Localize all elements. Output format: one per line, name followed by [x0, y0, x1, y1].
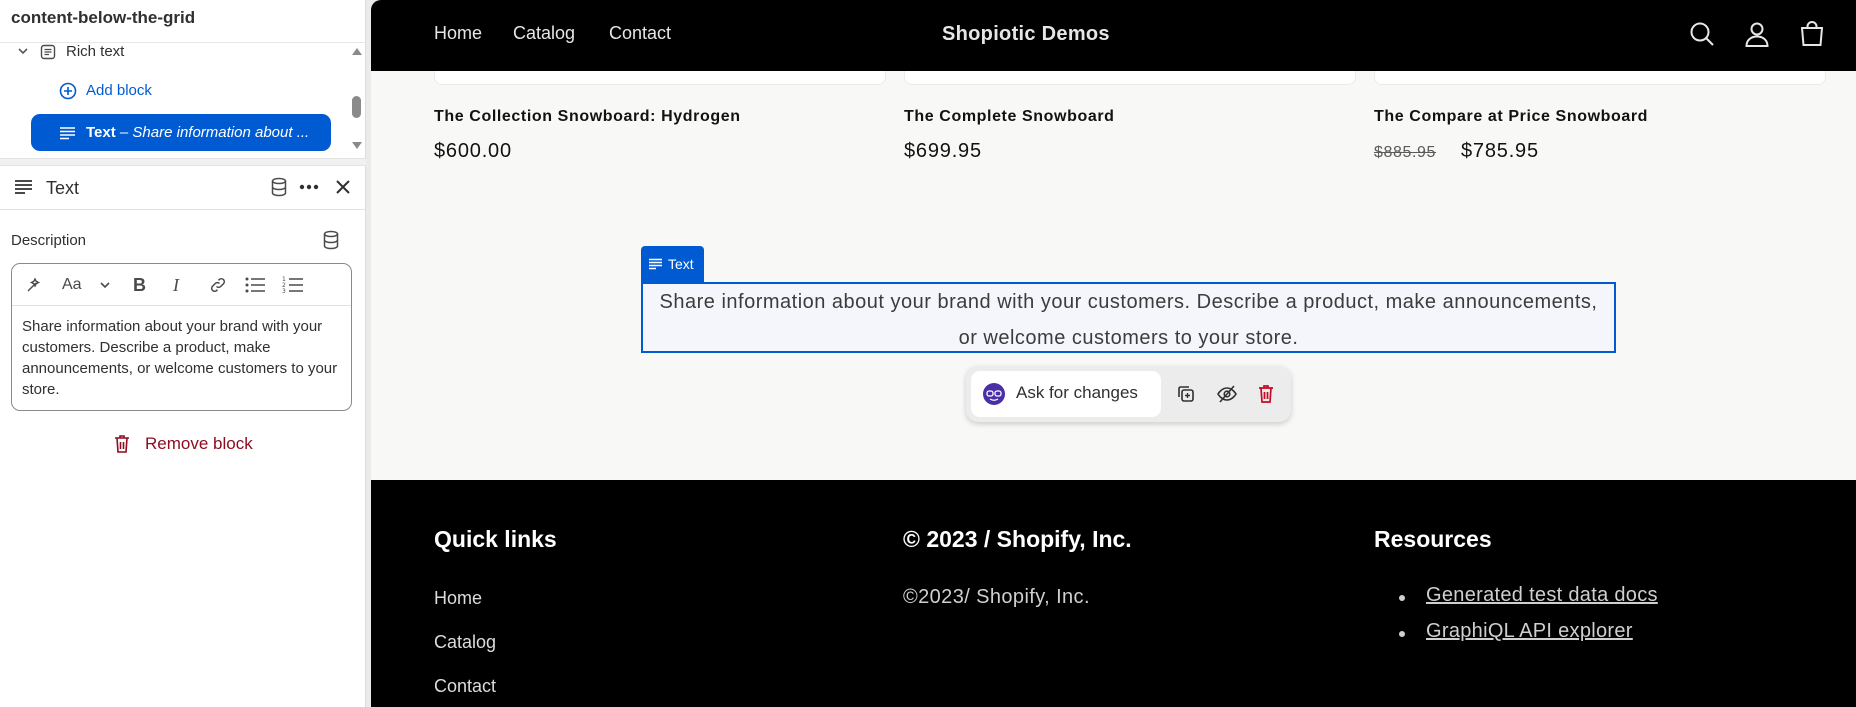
block-panel-header: Text — [0, 166, 366, 210]
scroll-thumb[interactable] — [352, 96, 361, 118]
sidekick-avatar-icon — [983, 383, 1005, 405]
ask-for-changes-button[interactable]: Ask for changes — [971, 371, 1161, 417]
product-price: $699.95 — [904, 140, 982, 162]
product-card-image[interactable] — [904, 71, 1356, 85]
ask-for-changes-bar: Ask for changes — [966, 366, 1291, 422]
remove-block-button[interactable]: Remove block — [113, 434, 253, 454]
footer-heading: Resources — [1374, 526, 1492, 552]
footer-link-home[interactable]: Home — [434, 588, 482, 609]
block-tag[interactable]: Text — [641, 246, 704, 282]
rich-text-line: or welcome customers to your store. — [958, 327, 1299, 349]
database-icon[interactable] — [322, 230, 340, 250]
svg-text:3: 3 — [282, 288, 286, 295]
product-price: $600.00 — [434, 140, 512, 162]
block-separator: – — [115, 124, 133, 141]
store-brand[interactable]: Shopiotic Demos — [942, 23, 1110, 46]
product-title[interactable]: The Complete Snowboard — [904, 108, 1115, 126]
footer-resource-link[interactable]: GraphiQL API explorer — [1426, 620, 1633, 643]
editor-sidebar: content-below-the-grid Rich text Add blo… — [0, 0, 366, 707]
tree-scrollbar[interactable] — [351, 44, 363, 154]
tree-item-rich-text[interactable]: Rich text — [0, 35, 340, 69]
add-block-label: Add block — [86, 82, 152, 99]
footer-heading: © 2023 / Shopify, Inc. — [903, 526, 1132, 552]
bold-icon[interactable]: B — [133, 274, 146, 296]
scroll-up-arrow[interactable] — [352, 48, 362, 55]
remove-block-label: Remove block — [145, 434, 253, 453]
tree-item-text-selected[interactable]: Text – Share information about ... — [31, 114, 331, 151]
font-size-icon[interactable]: Aa — [62, 274, 82, 296]
rich-text-line: Share information about your brand with … — [659, 291, 1598, 313]
storefront-preview: Home Catalog Contact Shopiotic Demos The… — [371, 0, 1856, 707]
theme-editor: content-below-the-grid Rich text Add blo… — [0, 0, 1856, 707]
link-icon[interactable] — [208, 274, 228, 296]
footer-link-contact[interactable]: Contact — [434, 676, 496, 697]
nav-link-catalog[interactable]: Catalog — [513, 23, 575, 44]
panel-divider — [0, 158, 366, 166]
account-icon[interactable] — [1743, 20, 1771, 48]
nav-link-home[interactable]: Home — [434, 23, 482, 44]
footer-copyright: ©2023/ Shopify, Inc. — [903, 586, 1090, 608]
footer-link-catalog[interactable]: Catalog — [434, 632, 496, 653]
duplicate-icon[interactable] — [1176, 384, 1196, 404]
database-icon[interactable] — [270, 177, 288, 197]
footer-resource-link[interactable]: Generated test data docs — [1426, 584, 1658, 607]
plus-circle-icon — [59, 82, 77, 100]
ai-sparkle-icon[interactable] — [24, 274, 44, 296]
footer-heading: Quick links — [434, 526, 557, 552]
nav-link-contact[interactable]: Contact — [609, 23, 671, 44]
selected-text-block[interactable]: Share information about your brand with … — [641, 282, 1616, 353]
hide-eye-icon[interactable] — [1216, 384, 1238, 404]
editor-toolbar: Aa B I 123 — [12, 264, 351, 306]
text-block-icon — [59, 126, 76, 140]
rich-text-editor[interactable]: Aa B I 123 Share information about your … — [11, 263, 352, 411]
editor-content[interactable]: Share information about your brand with … — [12, 306, 351, 410]
list-bullet — [1399, 595, 1405, 601]
description-label: Description — [11, 232, 87, 249]
tree-item-label: Rich text — [66, 43, 125, 60]
bullet-list-icon[interactable] — [244, 274, 266, 296]
product-title[interactable]: The Collection Snowboard: Hydrogen — [434, 108, 741, 126]
ask-for-changes-label: Ask for changes — [1016, 383, 1138, 402]
rich-text-icon — [40, 44, 56, 60]
trash-icon — [115, 435, 129, 453]
block-panel-title: Text — [46, 178, 80, 198]
numbered-list-icon[interactable]: 123 — [282, 274, 304, 296]
block-preview: Share information about ... — [132, 124, 310, 141]
product-card-image[interactable] — [434, 71, 886, 85]
search-icon[interactable] — [1688, 20, 1716, 48]
close-icon[interactable] — [334, 177, 352, 197]
chevron-down-icon[interactable] — [98, 274, 112, 296]
cart-icon[interactable] — [1798, 20, 1826, 48]
italic-icon[interactable]: I — [173, 274, 179, 296]
product-title[interactable]: The Compare at Price Snowboard — [1374, 108, 1648, 126]
product-price: $785.95 — [1461, 140, 1539, 162]
product-card-image[interactable] — [1374, 71, 1826, 85]
chevron-down-icon[interactable] — [17, 45, 29, 57]
product-compare-price: $885.95 — [1374, 144, 1437, 161]
more-options-icon[interactable] — [298, 177, 320, 197]
block-name: Text — [86, 124, 116, 141]
list-bullet — [1399, 631, 1405, 637]
scroll-down-arrow[interactable] — [352, 142, 362, 149]
add-block-button[interactable]: Add block — [0, 74, 340, 108]
block-tag-label: Text — [668, 256, 694, 272]
text-block-icon — [15, 180, 32, 194]
store-header: Home Catalog Contact Shopiotic Demos — [371, 0, 1856, 71]
section-title: content-below-the-grid — [11, 8, 196, 27]
delete-icon[interactable] — [1257, 384, 1275, 404]
text-block-icon — [649, 258, 662, 270]
